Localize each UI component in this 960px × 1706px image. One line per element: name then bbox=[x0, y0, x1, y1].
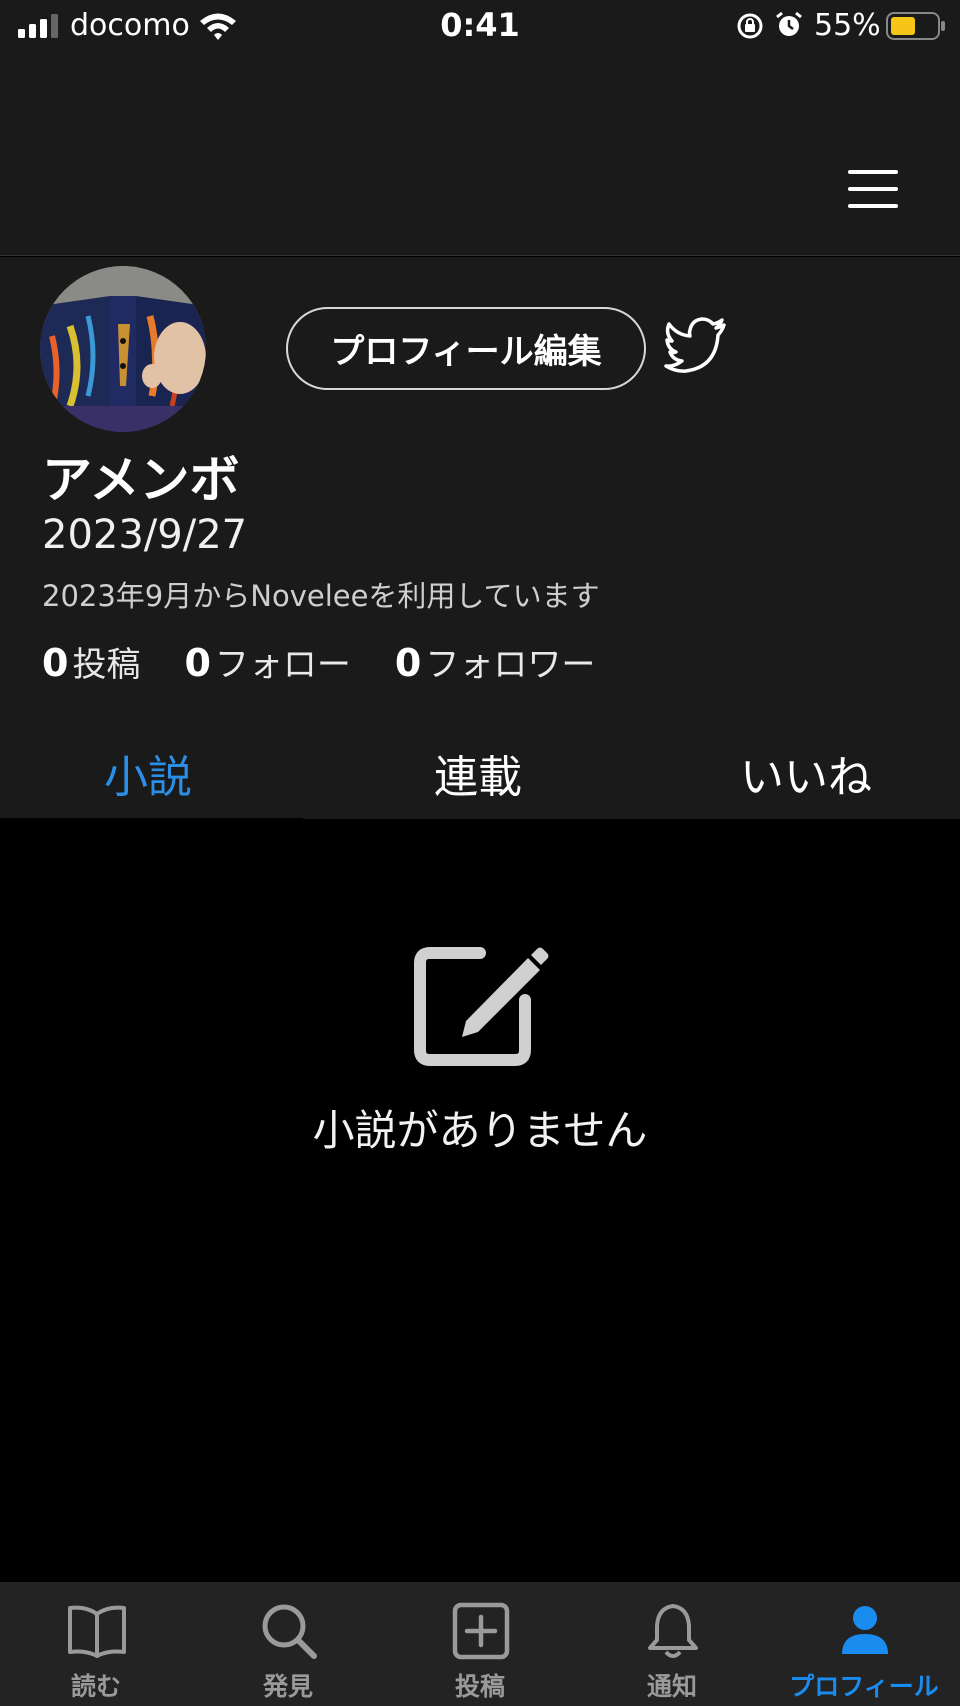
status-bar: docomo 0:41 55% bbox=[0, 0, 960, 54]
joined-date: 2023/9/27 bbox=[42, 512, 248, 558]
battery-icon bbox=[886, 12, 945, 40]
username: アメンボ bbox=[42, 451, 240, 509]
tab-series[interactable]: 連載 bbox=[434, 741, 522, 805]
plus-square-icon bbox=[452, 1602, 510, 1660]
edit-profile-button[interactable]: プロフィール編集 bbox=[286, 307, 646, 390]
app-header bbox=[0, 54, 960, 256]
nav-label: プロフィール bbox=[789, 1672, 939, 1701]
stat-followers[interactable]: 0 フォロワー bbox=[395, 637, 595, 686]
nav-profile[interactable]: プロフィール bbox=[768, 1582, 960, 1706]
tab-likes[interactable]: いいね bbox=[740, 741, 872, 805]
stat-following[interactable]: 0 フォロー bbox=[184, 637, 350, 686]
active-tab-indicator bbox=[0, 818, 303, 832]
content-tabs: 小説 連載 いいね bbox=[0, 713, 960, 819]
empty-state-message: 小説がありません bbox=[312, 1106, 648, 1155]
person-icon bbox=[842, 1606, 888, 1654]
stat-count: 0 bbox=[42, 641, 69, 685]
nav-post[interactable]: 投稿 bbox=[384, 1582, 576, 1706]
nav-label: 投稿 bbox=[454, 1672, 505, 1701]
edit-note-icon bbox=[414, 947, 549, 1066]
nav-read[interactable]: 読む bbox=[0, 1582, 192, 1706]
profile-section: プロフィール編集 アメンボ 2023/9/27 2023年9月からNovelee… bbox=[0, 257, 960, 713]
hamburger-menu-icon[interactable] bbox=[842, 166, 904, 216]
joined-description: 2023年9月からNoveleeを利用しています bbox=[42, 579, 600, 613]
stat-count: 0 bbox=[394, 641, 422, 685]
nav-label: 発見 bbox=[262, 1672, 313, 1701]
nav-discover[interactable]: 発見 bbox=[192, 1582, 384, 1706]
nav-label: 通知 bbox=[646, 1672, 697, 1701]
twitter-icon[interactable] bbox=[664, 317, 728, 373]
nav-label: 読む bbox=[70, 1672, 121, 1701]
rotation-lock-icon bbox=[737, 13, 763, 39]
stat-label: フォロー bbox=[214, 645, 351, 685]
stat-count: 0 bbox=[184, 641, 211, 685]
bell-icon bbox=[648, 1604, 698, 1658]
tab-novels[interactable]: 小説 bbox=[104, 741, 192, 805]
search-icon bbox=[262, 1604, 317, 1659]
alarm-icon bbox=[776, 11, 802, 36]
battery-percentage: 55% bbox=[814, 8, 881, 43]
stat-label: フォロワー bbox=[425, 645, 596, 685]
bottom-navigation: 読む 発見 投稿 通知 プロフィール bbox=[0, 1582, 960, 1706]
stat-posts[interactable]: 0 投稿 bbox=[42, 637, 140, 686]
avatar[interactable] bbox=[40, 266, 206, 432]
nav-notifications[interactable]: 通知 bbox=[576, 1582, 768, 1706]
book-icon bbox=[68, 1605, 126, 1658]
stat-label: 投稿 bbox=[72, 645, 141, 685]
profile-stats: 0 投稿 0 フォロー 0 フォロワー bbox=[42, 637, 639, 686]
